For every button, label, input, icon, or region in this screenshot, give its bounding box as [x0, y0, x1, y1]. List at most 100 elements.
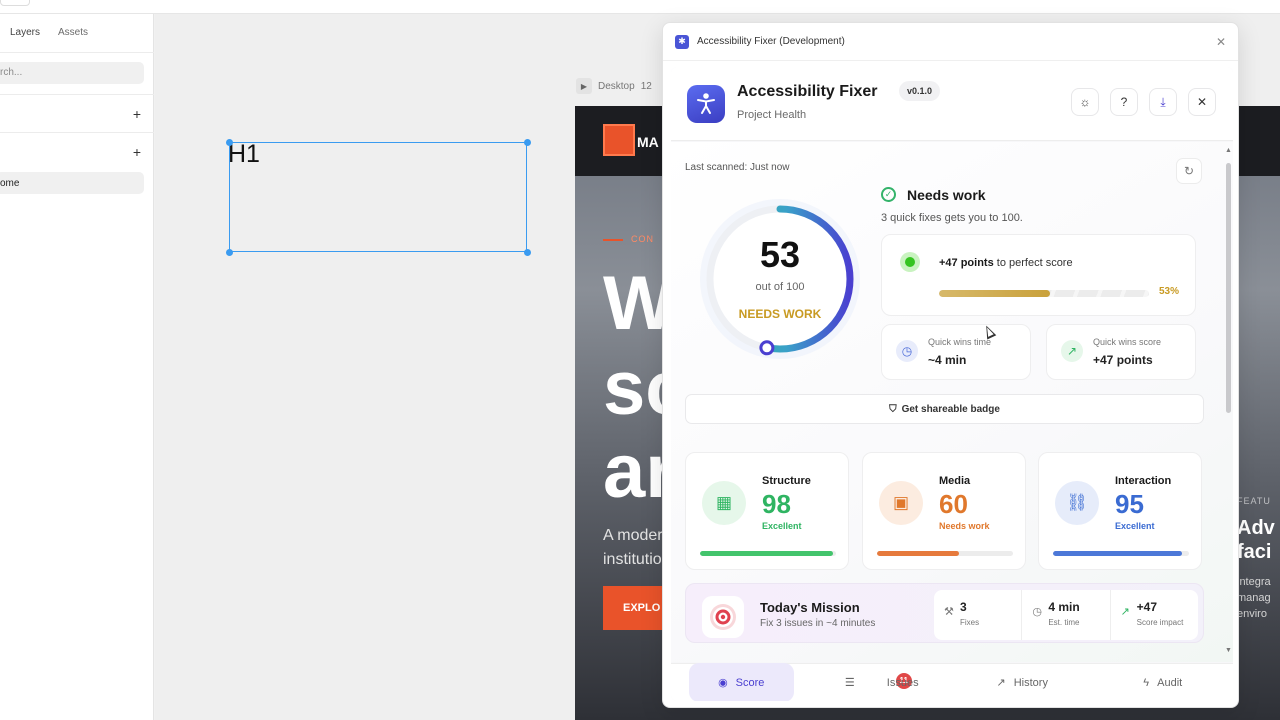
- left-panel-tabs: Layers Assets: [10, 27, 88, 38]
- category-status: Needs work: [939, 521, 990, 531]
- image-icon: ▣: [879, 481, 923, 525]
- plugin-content: Accessibility Fixer v0.1.0 Project Healt…: [671, 67, 1233, 701]
- scrollbar[interactable]: ▲ ▼: [1225, 147, 1232, 657]
- plugin-header: Accessibility Fixer v0.1.0 Project Healt…: [671, 67, 1233, 141]
- points-progress-bar: [939, 290, 1149, 297]
- nav-audit[interactable]: ϟ Audit: [1093, 664, 1234, 701]
- target-icon: ◉: [718, 677, 728, 689]
- close-panel-button[interactable]: ✕: [1188, 88, 1216, 116]
- sun-icon: ☼: [1079, 95, 1091, 109]
- plugin-window-title: Accessibility Fixer (Development): [697, 36, 845, 47]
- mission-card[interactable]: Today's Mission Fix 3 issues in ~4 minut…: [685, 583, 1204, 643]
- nav-issues[interactable]: ☰ 11 Issues: [812, 664, 953, 701]
- help-icon: ?: [1120, 95, 1128, 109]
- version-badge: v0.1.0: [899, 81, 941, 101]
- quick-wins-score-label: Quick wins score: [1093, 337, 1162, 347]
- score-value: 53: [759, 234, 801, 275]
- category-progress-bar: [1053, 551, 1189, 556]
- category-score: 60: [939, 489, 968, 519]
- category-progress-fill: [877, 551, 959, 556]
- plugin-window: ✱ Accessibility Fixer (Development) ✕ Ac…: [662, 22, 1239, 708]
- add-page-icon[interactable]: +: [133, 144, 141, 160]
- category-score: 95: [1115, 489, 1144, 519]
- resize-handle-tl[interactable]: [226, 139, 233, 146]
- accessibility-icon: ✱: [675, 34, 689, 49]
- nav-label: Audit: [1157, 676, 1183, 689]
- download-button[interactable]: ⤓: [1149, 88, 1177, 116]
- category-status: Excellent: [762, 521, 802, 531]
- app-name: Accessibility Fixer: [737, 83, 878, 100]
- points-text: +47 points to perfect score: [939, 257, 1073, 269]
- score-gauge-graphic: [700, 199, 860, 359]
- scroll-down-icon[interactable]: ▼: [1225, 647, 1232, 654]
- scroll-thumb[interactable]: [1226, 163, 1231, 413]
- site-logo-text: MA: [637, 134, 659, 150]
- lightning-icon: ϟ: [1143, 676, 1150, 689]
- help-button[interactable]: ?: [1110, 88, 1138, 116]
- mission-stats: ⚒ 3 Fixes ◷ 4 min Est. time ↗ +47 Score …: [934, 590, 1198, 640]
- app-subtitle: Project Health: [737, 109, 807, 121]
- site-kicker: CON: [603, 234, 654, 244]
- selection-box[interactable]: [229, 142, 527, 252]
- tab-assets[interactable]: Assets: [58, 27, 88, 38]
- quick-wins-time-label: Quick wins time: [928, 337, 992, 347]
- shield-icon: ⛉: [889, 403, 897, 415]
- topbar-button[interactable]: [0, 0, 30, 6]
- category-card-structure[interactable]: ▦ Structure 98 Excellent: [685, 452, 849, 570]
- site-subtitle-line: institutio: [603, 551, 662, 568]
- page-item-home[interactable]: ome: [0, 172, 144, 194]
- status-dot-icon: [900, 252, 920, 272]
- divider: [0, 52, 154, 53]
- nav-score[interactable]: ◉ Score: [671, 663, 812, 701]
- theme-button[interactable]: ☼: [1071, 88, 1099, 116]
- nav-label: Issues: [886, 676, 919, 689]
- play-icon[interactable]: ▶: [576, 78, 592, 94]
- site-feature-title: Adv faci: [1237, 516, 1275, 564]
- search-input[interactable]: rch...: [0, 62, 144, 84]
- mission-stat-time: ◷ 4 min Est. time: [1022, 590, 1111, 640]
- tab-layers[interactable]: Layers: [10, 27, 40, 38]
- category-progress-fill: [1053, 551, 1183, 556]
- points-progress-fill: [939, 290, 1051, 297]
- nav-label: Score: [735, 676, 765, 689]
- accessibility-logo-icon: [687, 85, 725, 123]
- target-icon: [702, 596, 744, 638]
- score-gauge: 53 out of 100 NEEDS WORK: [695, 194, 865, 364]
- clock-icon: ◷: [1032, 606, 1042, 618]
- category-name: Interaction: [1115, 475, 1172, 487]
- resize-handle-tr[interactable]: [524, 139, 531, 146]
- divider: [0, 94, 154, 95]
- summary-title: Needs work: [907, 187, 986, 203]
- trending-up-icon: ↗: [1120, 606, 1130, 618]
- score-out-of: out of 100: [755, 281, 805, 293]
- shareable-badge-button[interactable]: ⛉ Get shareable badge: [685, 394, 1204, 424]
- resize-handle-br[interactable]: [524, 249, 531, 256]
- mission-stat-value: 4 min: [1048, 600, 1080, 614]
- resize-handle-bl[interactable]: [226, 249, 233, 256]
- check-circle-icon: ✓: [881, 187, 896, 202]
- site-feature-kicker: FEATU: [1237, 496, 1271, 506]
- site-feature-text: integra manag enviro: [1237, 574, 1271, 622]
- nav-history[interactable]: ↗ History: [952, 664, 1093, 701]
- quick-wins-score-card: ↗ Quick wins score +47 points: [1046, 324, 1196, 380]
- refresh-button[interactable]: ↻: [1176, 158, 1202, 184]
- add-icon[interactable]: +: [133, 106, 141, 122]
- scroll-up-icon[interactable]: ▲: [1225, 147, 1232, 154]
- category-card-interaction[interactable]: ⛓ Interaction 95 Excellent: [1038, 452, 1202, 570]
- close-icon[interactable]: ✕: [1216, 35, 1226, 49]
- mission-stat-impact: ↗ +47 Score impact: [1111, 590, 1198, 640]
- category-score: 98: [762, 489, 791, 519]
- quick-wins-time-value: ~4 min: [928, 353, 967, 367]
- nav-label: History: [1013, 676, 1048, 689]
- category-card-media[interactable]: ▣ Media 60 Needs work: [862, 452, 1026, 570]
- points-card: +47 points to perfect score 53%: [881, 234, 1196, 316]
- shareable-badge-label: Get shareable badge: [901, 403, 1000, 415]
- list-icon: ☰: [844, 677, 855, 689]
- category-progress-fill: [700, 551, 834, 556]
- frame-size: 12: [640, 80, 652, 92]
- wrench-icon: ⚒: [944, 606, 954, 618]
- download-icon: ⤓: [1160, 94, 1166, 109]
- frame-label[interactable]: ▶ Desktop 12: [576, 76, 652, 96]
- score-gauge-knob: [759, 340, 775, 356]
- category-progress-bar: [700, 551, 836, 556]
